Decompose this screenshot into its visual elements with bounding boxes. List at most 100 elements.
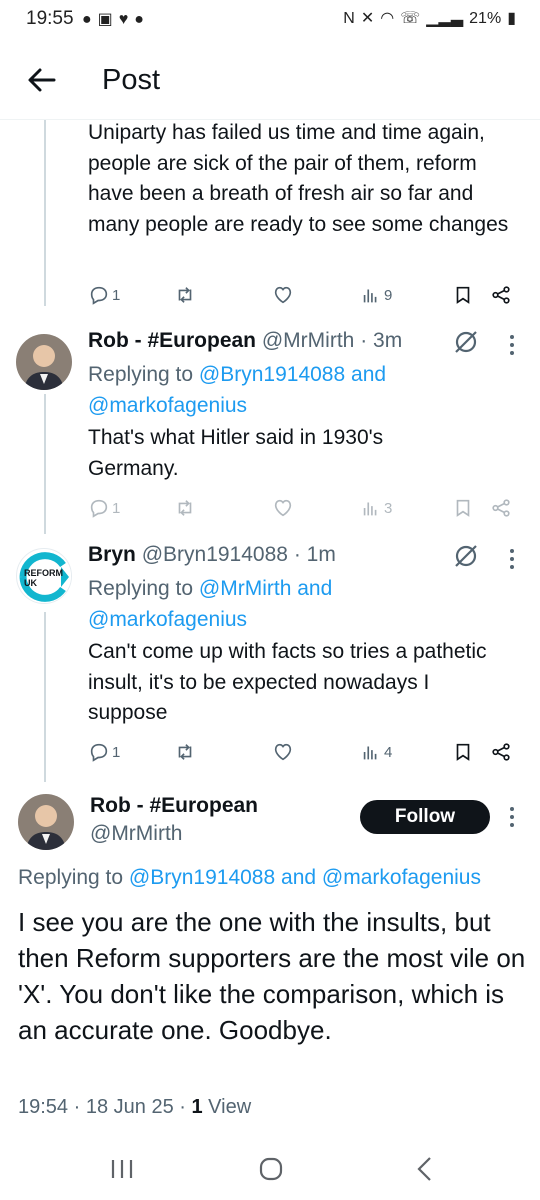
nfc-icon: N [343,10,355,27]
views-count: 9 [384,286,393,304]
grok-icon [455,331,477,353]
chat-bubble-icon: ● [82,11,92,28]
back-button[interactable] [24,62,60,98]
follow-button[interactable]: Follow [360,800,490,834]
reply-count: 1 [112,286,121,304]
top-bar: Post [0,40,540,120]
reply-icon [90,499,108,518]
analytics-icon [363,289,377,303]
battery-percent: 21% [469,10,502,27]
status-time: 19:55 [26,8,74,29]
bookmark-button[interactable] [452,280,474,310]
repost-button[interactable] [174,280,196,310]
reply-icon [90,743,108,762]
share-icon [492,743,510,761]
more-options-button[interactable] [506,547,518,571]
wifi-icon: ◠ [380,10,395,27]
signal-icon: ▁▂▃ [426,10,464,27]
mention-link[interactable]: @markofagenius [322,866,481,889]
mute-icon: ✕ [360,10,375,27]
username[interactable]: @MrMirth [90,822,182,846]
more-options-button[interactable] [506,333,518,357]
main-post-text: I see you are the one with the insults, … [18,907,526,1045]
grok-button[interactable] [452,542,480,570]
like-button[interactable] [272,737,294,767]
views-count: 3 [384,499,393,517]
thread-line [44,612,46,782]
system-nav-bar [0,1140,540,1200]
reply-button[interactable]: 1 [88,737,120,767]
views-count[interactable]: 1 [191,1096,202,1118]
post-time: 3m [373,329,403,352]
reply-count: 1 [112,499,121,517]
recent-apps-button[interactable] [102,1154,142,1184]
mention-link[interactable]: @Bryn1914088 [199,363,345,386]
bookmark-icon [456,743,470,761]
battery-icon: ▮ [507,10,516,27]
recent-apps-icon [111,1160,133,1178]
repost-button[interactable] [174,737,196,767]
views-label[interactable]: View [208,1096,251,1118]
post-actions: 1 3 [88,493,524,523]
mention-link[interactable]: @MrMirth [199,577,291,600]
back-arrow-icon [28,68,56,92]
share-icon [492,286,510,304]
repost-button[interactable] [174,493,196,523]
post-date: 18 Jun 25 [85,1096,174,1118]
display-name[interactable]: Rob - #European [90,794,258,818]
username[interactable]: @MrMirth [262,329,354,352]
like-button[interactable] [272,493,294,523]
avatar[interactable] [18,794,74,850]
page-title: Post [102,64,161,96]
reply-button[interactable]: 1 [88,280,120,310]
system-back-button[interactable] [404,1154,444,1184]
post-text: That's what Hitler said in 1930's German… [88,426,384,480]
views-count: 4 [384,743,393,761]
username[interactable]: @Bryn1914088 [142,543,288,566]
more-vertical-icon [510,549,514,569]
avatar[interactable] [16,334,72,390]
share-button[interactable] [490,737,512,767]
home-icon [259,1157,283,1181]
more-options-button[interactable] [506,805,518,829]
chat-bubble-icon: ● [134,11,144,28]
post-time: 1m [306,543,336,566]
bookmark-button[interactable] [452,737,474,767]
mention-link[interactable]: @Bryn1914088 [129,866,275,889]
views-button[interactable]: 9 [360,280,392,310]
share-icon [492,499,510,517]
avatar-logo-text: REFORM UK [24,568,63,588]
views-button[interactable]: 3 [360,493,392,523]
image-icon: ▣ [97,11,113,28]
display-name[interactable]: Bryn [88,543,136,566]
notification-icons: ● ▣ ♥ ● [82,10,144,30]
post-text: Uniparty has failed us time and time aga… [88,121,509,236]
like-button[interactable] [272,280,294,310]
heart-outline-icon [274,499,292,517]
grok-button[interactable] [452,328,480,356]
replying-to: Replying to @Bryn1914088 and @markofagen… [88,363,387,417]
replying-to: Replying to @Bryn1914088 and @markofagen… [18,866,481,889]
share-button[interactable] [490,280,512,310]
post-text: Can't come up with facts so tries a path… [88,640,487,724]
status-bar: 19:55 ● ▣ ♥ ● N ✕ ◠ ☏ ▁▂▃ 21% ▮ [0,0,540,40]
mention-link[interactable]: @markofagenius [88,394,247,417]
more-vertical-icon [510,807,514,827]
views-button[interactable]: 4 [360,737,392,767]
heart-icon: ♥ [118,11,129,28]
share-button[interactable] [490,493,512,523]
post-time: 19:54 [18,1096,69,1118]
mention-link[interactable]: @markofagenius [88,608,247,631]
avatar-photo [16,334,72,390]
replying-to: Replying to @MrMirth and @markofagenius [88,577,333,631]
post-actions: 1 4 [88,737,524,767]
reply-header: Rob - #European @MrMirth · 3m [88,329,403,352]
thread-line [44,120,46,306]
reply-icon [90,286,108,305]
repost-icon [178,500,192,516]
repost-icon [178,287,192,303]
reply-button[interactable]: 1 [88,493,120,523]
bookmark-button[interactable] [452,493,474,523]
home-button[interactable] [252,1154,292,1184]
display-name[interactable]: Rob - #European [88,329,256,352]
